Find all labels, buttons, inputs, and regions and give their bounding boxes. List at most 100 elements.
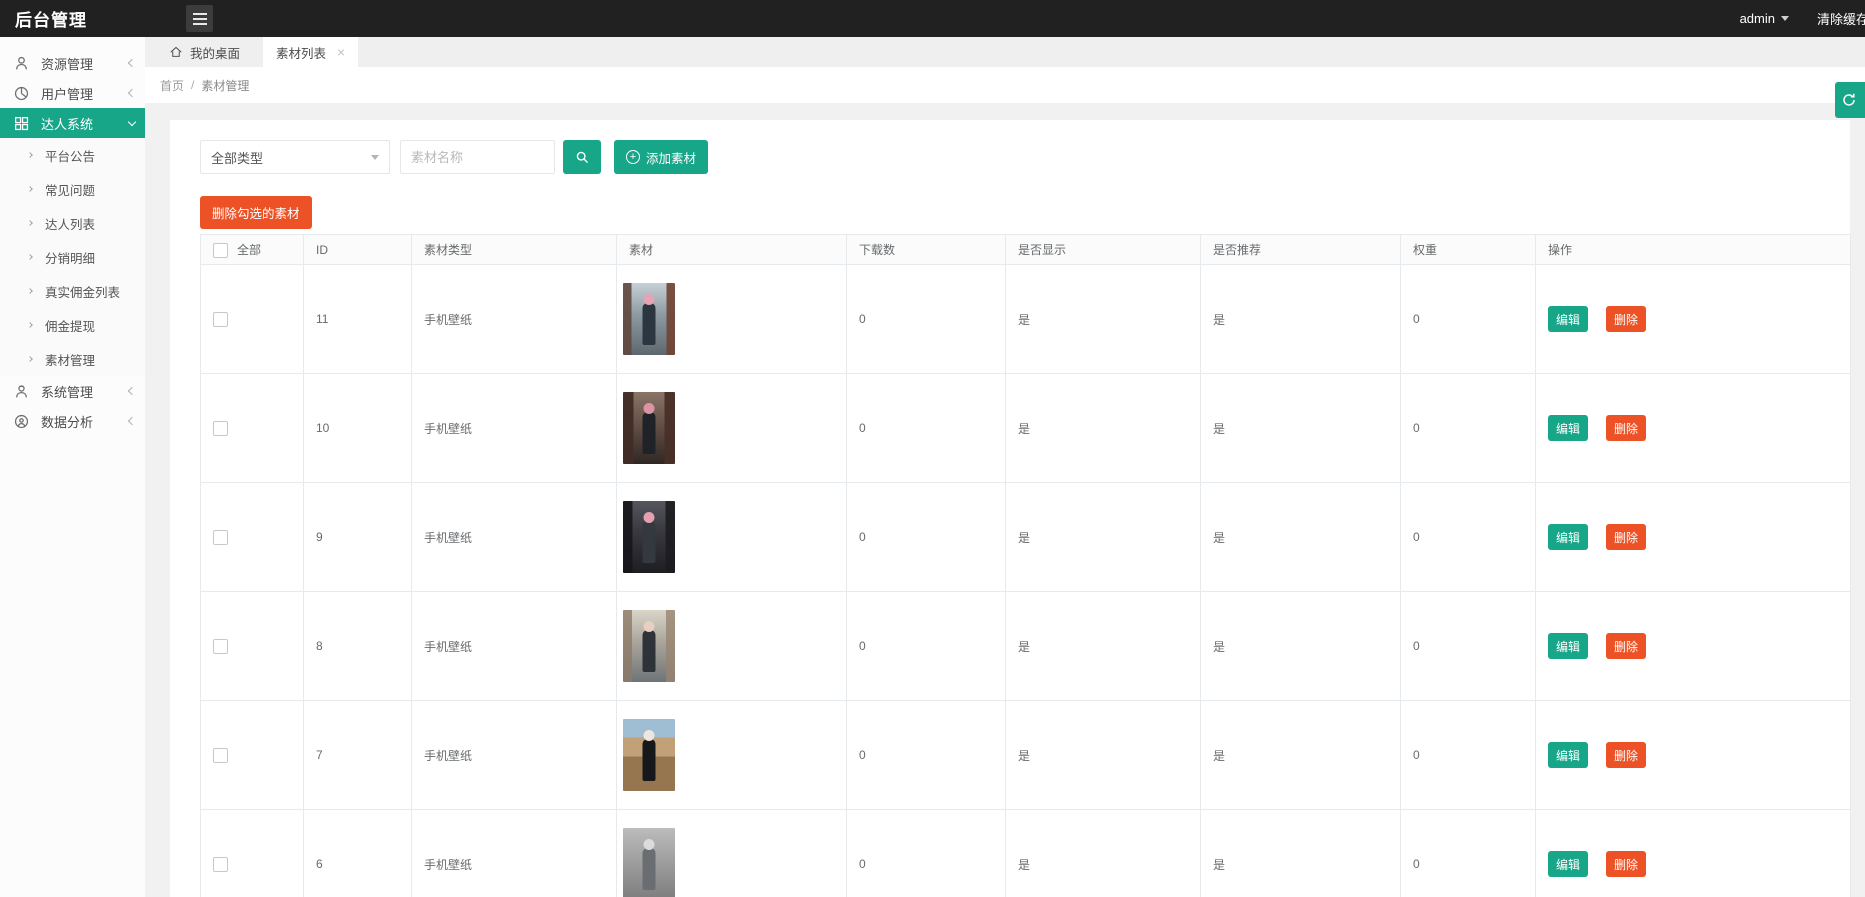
- table-header-row: 全部 ID 素材类型 素材 下载数 是否显示 是否推荐 权重 操作: [201, 235, 1851, 265]
- chevron-down-icon: [128, 117, 136, 125]
- sidebar-item-resources[interactable]: 资源管理: [0, 48, 145, 78]
- sidebar-item-data-analysis[interactable]: 数据分析: [0, 406, 145, 436]
- material-thumbnail[interactable]: [623, 719, 675, 791]
- material-table: 全部 ID 素材类型 素材 下载数 是否显示 是否推荐 权重 操作: [200, 234, 1851, 897]
- weight-cell: 0: [1401, 374, 1536, 483]
- close-icon[interactable]: [337, 45, 345, 59]
- edit-button[interactable]: 编辑: [1548, 851, 1588, 877]
- weight-cell: 0: [1401, 265, 1536, 374]
- id-cell: 8: [304, 592, 412, 701]
- sidebar-subitem-commission-withdraw[interactable]: 佣金提现: [0, 308, 145, 342]
- sidebar-item-talent-system[interactable]: 达人系统: [0, 108, 145, 138]
- weight-cell: 0: [1401, 592, 1536, 701]
- type-cell: 手机壁纸: [412, 592, 617, 701]
- breadcrumb-home[interactable]: 首页: [160, 77, 184, 94]
- sidebar-item-label: 系统管理: [41, 382, 93, 401]
- table-row: 10 手机壁纸 0 是 是 0 编辑删除: [201, 374, 1851, 483]
- home-icon: [169, 45, 183, 59]
- chevron-right-icon: [27, 254, 33, 260]
- select-all-checkbox[interactable]: [213, 243, 228, 258]
- type-select[interactable]: 全部类型: [200, 140, 390, 174]
- sidebar-subitem-faq[interactable]: 常见问题: [0, 172, 145, 206]
- chevron-right-icon: [27, 152, 33, 158]
- row-checkbox[interactable]: [213, 639, 228, 654]
- type-cell: 手机壁纸: [412, 374, 617, 483]
- material-thumbnail[interactable]: [623, 610, 675, 682]
- delete-button[interactable]: 删除: [1606, 415, 1646, 441]
- visible-cell: 是: [1006, 265, 1201, 374]
- material-thumbnail[interactable]: [623, 392, 675, 464]
- type-cell: 手机壁纸: [412, 265, 617, 374]
- material-thumbnail[interactable]: [623, 828, 675, 897]
- material-card: 全部类型 添加素材 删除勾选的素材: [170, 120, 1850, 897]
- user-menu[interactable]: admin: [1740, 11, 1789, 26]
- delete-button[interactable]: 删除: [1606, 633, 1646, 659]
- hamburger-icon: [193, 13, 207, 15]
- downloads-cell: 0: [847, 701, 1006, 810]
- row-checkbox[interactable]: [213, 421, 228, 436]
- delete-button[interactable]: 删除: [1606, 306, 1646, 332]
- downloads-cell: 0: [847, 810, 1006, 897]
- recommended-header: 是否推荐: [1201, 235, 1401, 265]
- row-checkbox[interactable]: [213, 857, 228, 872]
- sidebar-item-label: 资源管理: [41, 54, 93, 73]
- sidebar-item-system-management[interactable]: 系统管理: [0, 376, 145, 406]
- material-name-input[interactable]: [400, 140, 555, 174]
- search-icon: [575, 150, 590, 165]
- chevron-left-icon: [128, 387, 136, 395]
- material-thumbnail[interactable]: [623, 283, 675, 355]
- id-cell: 6: [304, 810, 412, 897]
- row-checkbox[interactable]: [213, 312, 228, 327]
- chevron-left-icon: [128, 89, 136, 97]
- table-row: 7 手机壁纸 0 是 是 0 编辑删除: [201, 701, 1851, 810]
- chevron-right-icon: [27, 288, 33, 294]
- sidebar: 资源管理 用户管理 达人系统 平台公告 常见问题 达人列表 分销明细: [0, 37, 145, 897]
- delete-button[interactable]: 删除: [1606, 851, 1646, 877]
- edit-button[interactable]: 编辑: [1548, 524, 1588, 550]
- visible-cell: 是: [1006, 374, 1201, 483]
- type-cell: 手机壁纸: [412, 810, 617, 897]
- material-header: 素材: [617, 235, 847, 265]
- tab-material-list[interactable]: 素材列表: [263, 37, 358, 67]
- row-checkbox[interactable]: [213, 748, 228, 763]
- analytics-circle-icon: [13, 413, 30, 430]
- breadcrumb: 首页 / 素材管理: [145, 67, 1865, 103]
- edit-button[interactable]: 编辑: [1548, 306, 1588, 332]
- app-title: 后台管理: [0, 6, 87, 31]
- sidebar-item-users[interactable]: 用户管理: [0, 78, 145, 108]
- id-cell: 7: [304, 701, 412, 810]
- delete-button[interactable]: 删除: [1606, 524, 1646, 550]
- visible-cell: 是: [1006, 810, 1201, 897]
- edit-button[interactable]: 编辑: [1548, 633, 1588, 659]
- chevron-left-icon: [128, 59, 136, 67]
- sidebar-subitem-talent-list[interactable]: 达人列表: [0, 206, 145, 240]
- edit-button[interactable]: 编辑: [1548, 415, 1588, 441]
- table-row: 8 手机壁纸 0 是 是 0 编辑删除: [201, 592, 1851, 701]
- sidebar-subitem-real-commission-list[interactable]: 真实佣金列表: [0, 274, 145, 308]
- material-thumbnail[interactable]: [623, 501, 675, 573]
- delete-button[interactable]: 删除: [1606, 742, 1646, 768]
- clear-cache-button[interactable]: 清除缓存: [1817, 9, 1865, 28]
- weight-cell: 0: [1401, 701, 1536, 810]
- weight-cell: 0: [1401, 810, 1536, 897]
- actions-header: 操作: [1536, 235, 1851, 265]
- downloads-cell: 0: [847, 592, 1006, 701]
- visible-header: 是否显示: [1006, 235, 1201, 265]
- topbar: 后台管理 admin 清除缓存: [0, 0, 1865, 37]
- row-checkbox[interactable]: [213, 530, 228, 545]
- tab-my-desktop[interactable]: 我的桌面: [155, 37, 254, 67]
- sidebar-subitem-platform-announcement[interactable]: 平台公告: [0, 138, 145, 172]
- sidebar-toggle-button[interactable]: [186, 5, 213, 32]
- username: admin: [1740, 11, 1775, 26]
- search-button[interactable]: [563, 140, 601, 174]
- downloads-cell: 0: [847, 265, 1006, 374]
- type-select-value: 全部类型: [211, 148, 263, 167]
- delete-selected-button[interactable]: 删除勾选的素材: [200, 196, 312, 229]
- sidebar-subitem-distribution-detail[interactable]: 分销明细: [0, 240, 145, 274]
- caret-down-icon: [371, 155, 379, 160]
- plus-circle-icon: [626, 150, 640, 164]
- sidebar-subitem-material-management[interactable]: 素材管理: [0, 342, 145, 376]
- refresh-button[interactable]: [1835, 82, 1865, 118]
- edit-button[interactable]: 编辑: [1548, 742, 1588, 768]
- add-material-button[interactable]: 添加素材: [614, 140, 708, 174]
